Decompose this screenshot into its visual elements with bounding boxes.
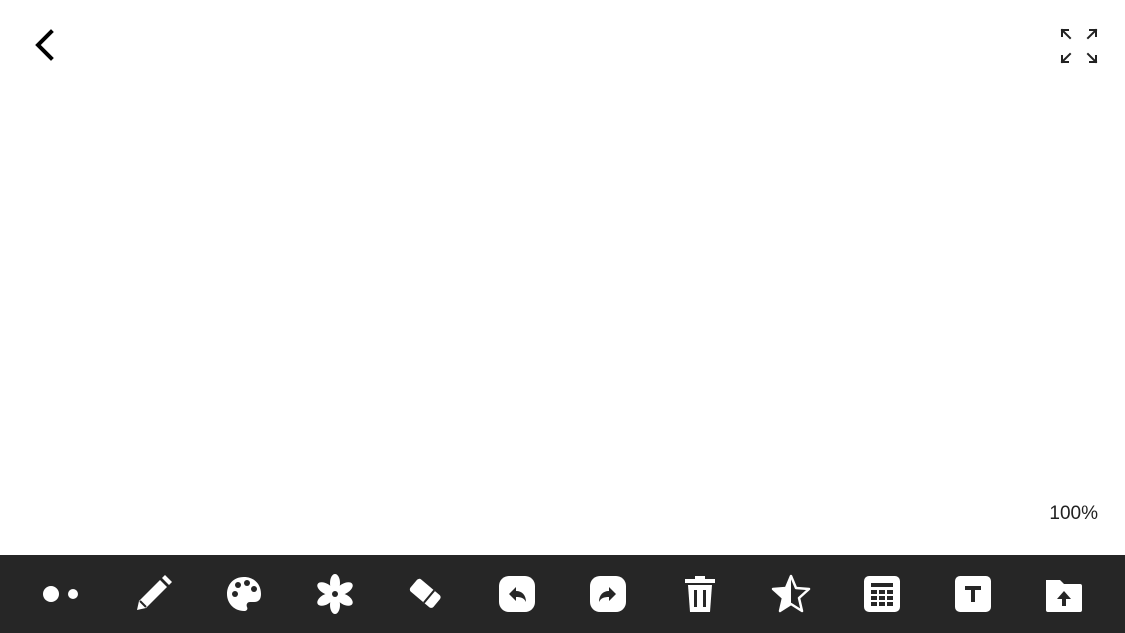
bottom-toolbar — [0, 555, 1125, 633]
text-icon — [954, 576, 991, 612]
grid-icon — [863, 576, 900, 612]
upload-folder-icon — [1045, 580, 1082, 612]
back-button[interactable] — [28, 26, 64, 64]
pencil-button[interactable] — [108, 555, 198, 633]
redo-icon — [590, 576, 627, 612]
zoom-level: 100% — [1049, 503, 1098, 524]
eraser-button[interactable] — [381, 555, 471, 633]
undo-button[interactable] — [472, 555, 562, 633]
star-half-icon — [771, 574, 810, 613]
brush-size-button[interactable] — [17, 555, 107, 633]
eraser-icon — [410, 578, 441, 608]
undo-icon — [499, 576, 536, 612]
asterisk-icon — [317, 574, 353, 614]
fullscreen-button[interactable] — [1056, 24, 1102, 68]
palette-icon — [227, 577, 262, 611]
effects-button[interactable] — [290, 555, 380, 633]
chevron-left-icon — [35, 29, 54, 61]
pencil-icon — [137, 575, 173, 610]
expand-arrows-icon — [1060, 28, 1098, 64]
dots-icon — [43, 586, 78, 602]
drawing-canvas[interactable] — [0, 0, 1125, 555]
grid-button[interactable] — [837, 555, 927, 633]
text-button[interactable] — [928, 555, 1018, 633]
trash-icon — [684, 576, 715, 612]
redo-button[interactable] — [563, 555, 653, 633]
delete-button[interactable] — [655, 555, 745, 633]
stamp-button[interactable] — [746, 555, 836, 633]
upload-button[interactable] — [1019, 555, 1109, 633]
palette-button[interactable] — [199, 555, 289, 633]
